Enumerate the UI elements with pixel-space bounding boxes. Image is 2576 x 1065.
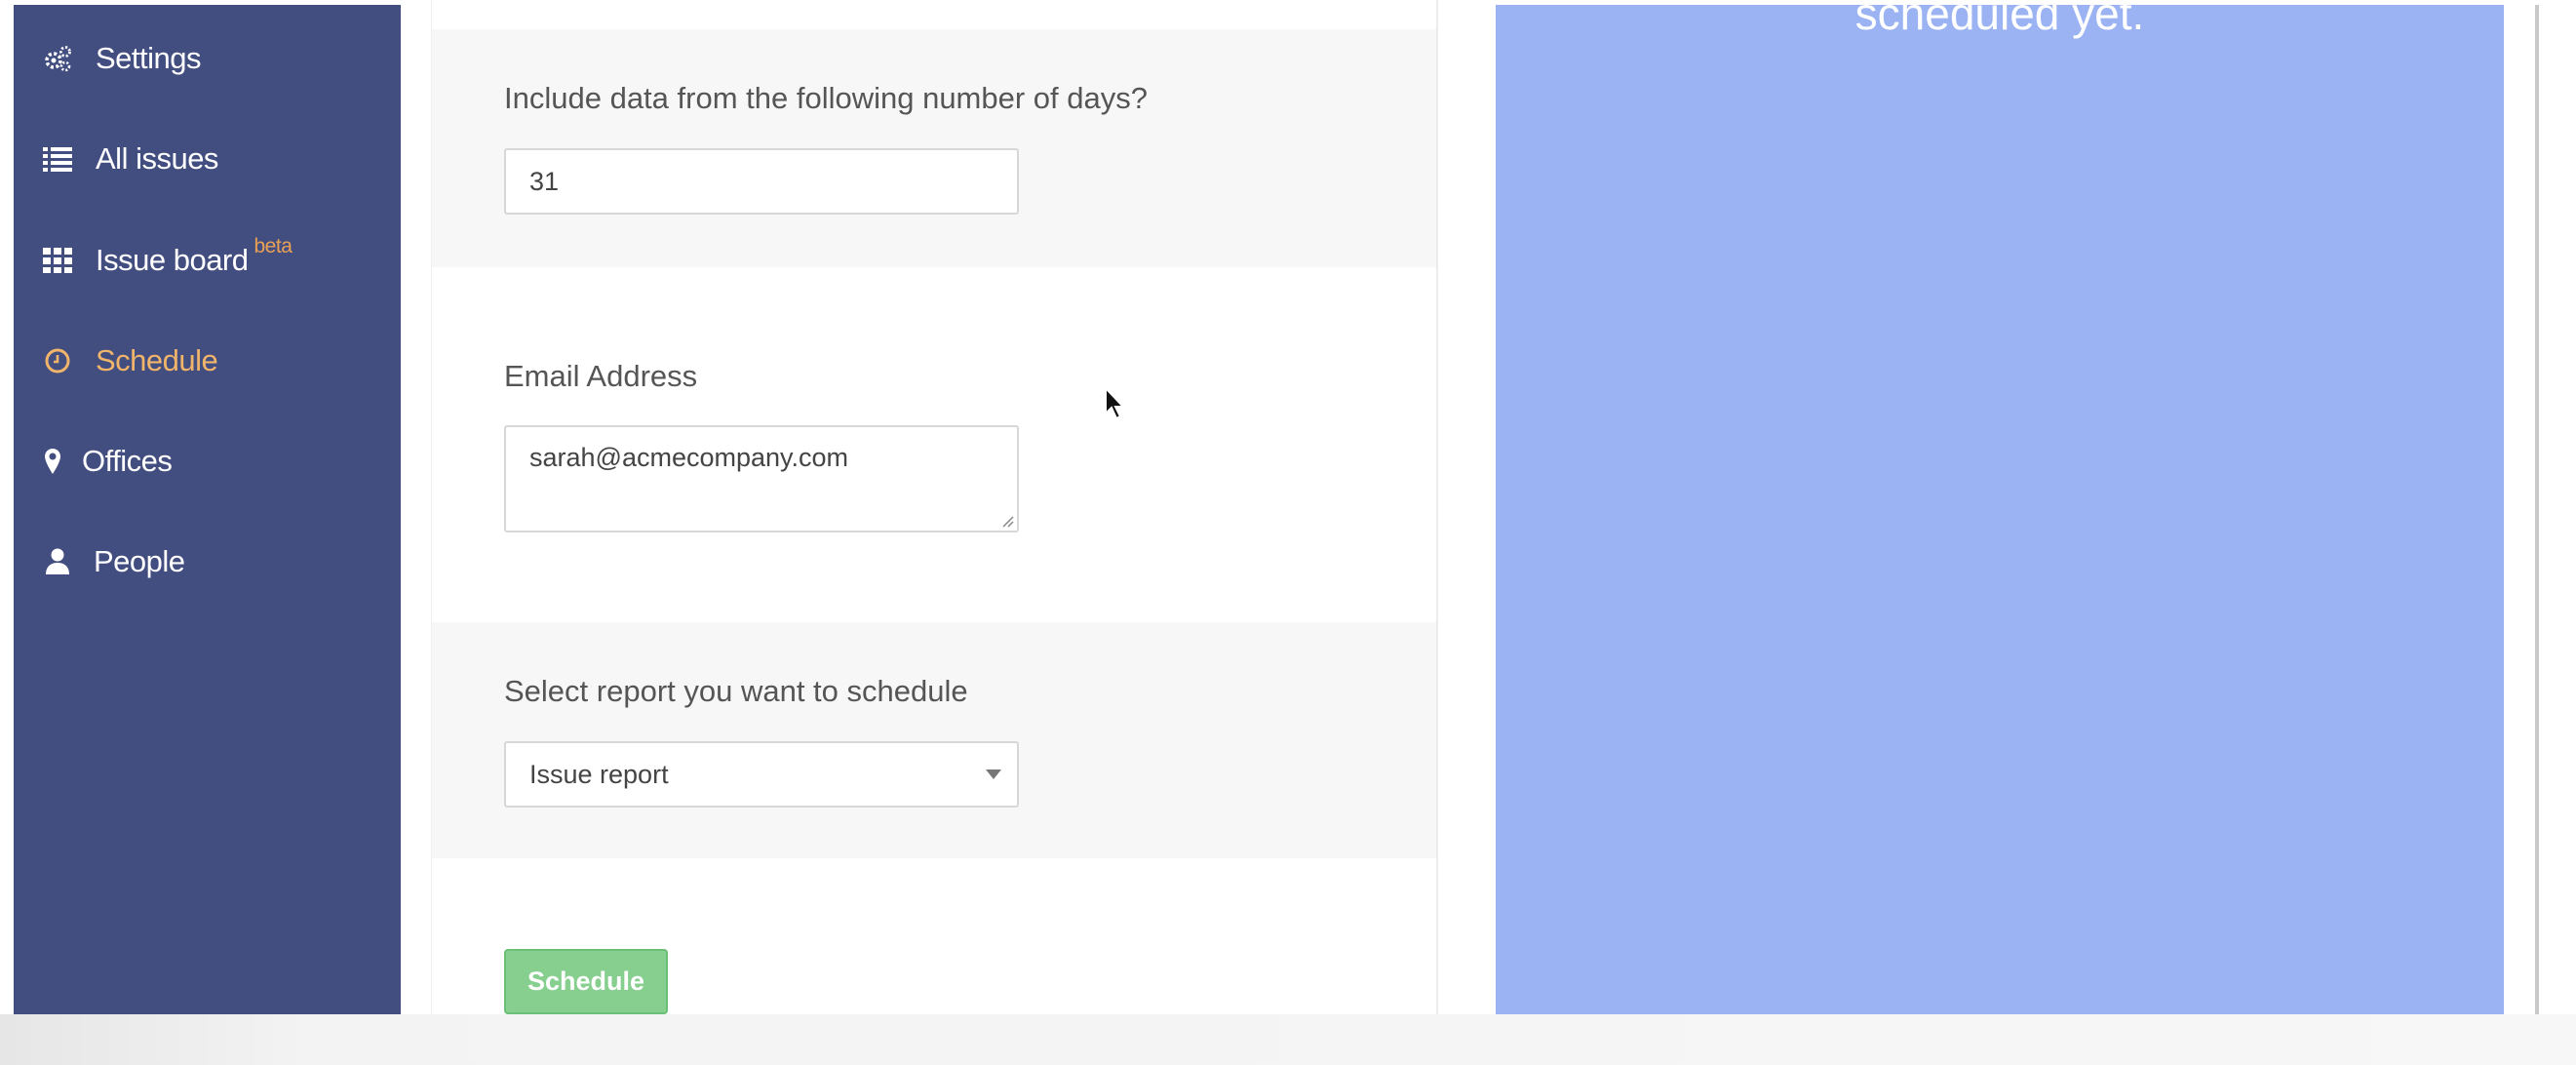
days-label: Include data from the following number o… [504,81,1148,115]
grid-icon [43,246,72,275]
report-section: Select report you want to schedule Issue… [432,622,1436,858]
beta-badge: beta [254,235,293,257]
sidebar-item-label: All issues [96,141,218,176]
empty-state-text: scheduled yet. [1854,5,2145,39]
sidebar-item-label: Offices [82,444,173,478]
bottom-edge [0,1014,2576,1065]
resize-grip-icon[interactable] [1000,514,1014,528]
gears-icon [43,44,72,73]
report-selected: Issue report [529,759,669,789]
sidebar-item-people[interactable]: People [43,532,185,591]
sidebar-item-label: Schedule [96,343,218,377]
person-icon [43,547,72,576]
sidebar-item-label: Settings [96,41,202,75]
sidebar-item-issue-board[interactable]: Issue board beta [43,231,293,290]
map-pin-icon [43,447,62,476]
sidebar: Settings All issues Issue board beta Sch… [14,5,401,1014]
list-icon [43,144,72,174]
sidebar-item-schedule[interactable]: Schedule [43,332,218,390]
window-edge [2535,5,2539,1014]
email-value: sarah@acmecompany.com [529,443,849,472]
schedule-button[interactable]: Schedule [504,949,668,1014]
email-field[interactable]: sarah@acmecompany.com [504,425,1019,532]
email-section: Email Address sarah@acmecompany.com [432,267,1436,622]
email-label: Email Address [504,359,698,393]
days-section: Include data from the following number o… [432,29,1436,267]
days-input[interactable]: 31 [504,148,1019,215]
app-window: Settings All issues Issue board beta Sch… [0,0,2576,1065]
sidebar-item-all-issues[interactable]: All issues [43,130,218,188]
chevron-down-icon [986,769,1001,779]
sidebar-item-offices[interactable]: Offices [43,432,173,491]
mouse-cursor-icon [1105,386,1126,420]
sidebar-item-label: Issue board [96,243,249,277]
sidebar-item-label: People [94,544,185,578]
sidebar-item-settings[interactable]: Settings [43,29,202,88]
schedule-form: Include data from the following number o… [431,0,1438,1014]
scheduled-reports-panel: scheduled yet. [1496,5,2504,1014]
report-select[interactable]: Issue report [504,741,1019,808]
report-label: Select report you want to schedule [504,674,968,708]
clock-icon [43,346,72,375]
